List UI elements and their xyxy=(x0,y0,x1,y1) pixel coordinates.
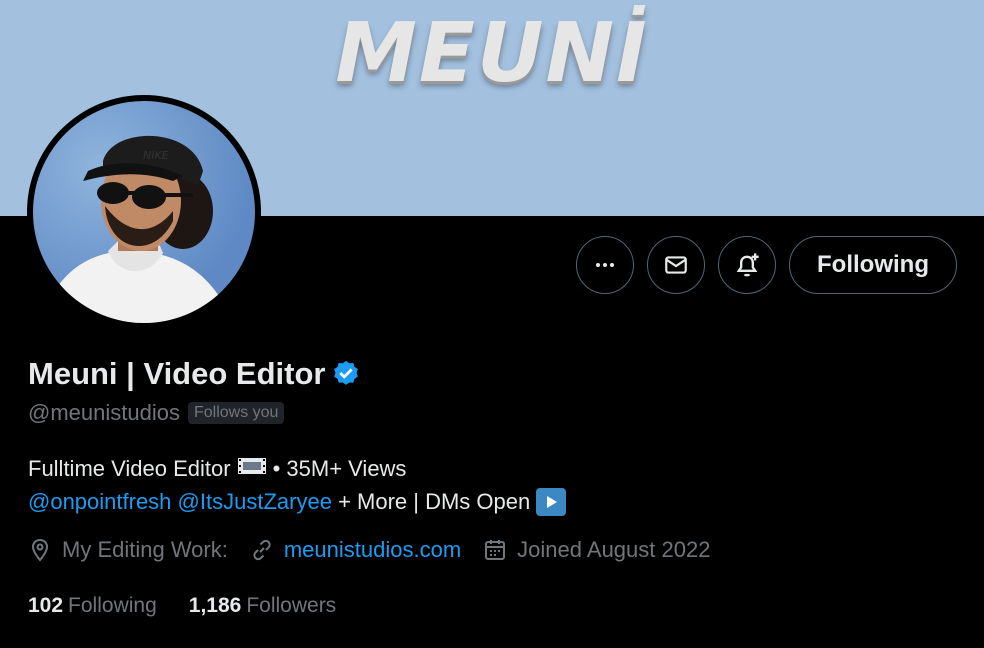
avatar[interactable]: NIKE xyxy=(27,95,261,329)
mention-link[interactable]: @onpointfresh xyxy=(28,485,171,518)
following-count: 102 xyxy=(28,594,64,617)
follows-you-badge: Follows you xyxy=(187,402,285,424)
envelope-icon xyxy=(665,256,687,274)
notifications-button[interactable] xyxy=(718,236,777,294)
profile-bio: Fulltime Video Editor • 35M+ Views @onpo… xyxy=(28,452,567,518)
following-label: Following xyxy=(68,594,157,617)
film-strip-icon xyxy=(237,452,267,485)
joined-item: Joined August 2022 xyxy=(483,537,710,563)
message-button[interactable] xyxy=(647,236,706,294)
profile-actions: Following xyxy=(576,236,957,294)
location-item: My Editing Work: xyxy=(28,537,228,563)
following-stat[interactable]: 102 Following xyxy=(28,594,157,618)
more-horizontal-icon xyxy=(596,263,615,267)
banner-logo-text: MEUNİ xyxy=(335,6,649,101)
svg-text:NIKE: NIKE xyxy=(143,149,169,162)
bio-views-text: • 35M+ Views xyxy=(272,456,407,481)
bio-text: Fulltime Video Editor xyxy=(28,456,231,481)
website-item: meunistudios.com xyxy=(250,537,461,563)
bio-line-1: Fulltime Video Editor • 35M+ Views xyxy=(28,452,566,485)
followers-stat[interactable]: 1,186 Followers xyxy=(189,594,336,618)
followers-count: 1,186 xyxy=(188,594,242,617)
joined-text: Joined August 2022 xyxy=(517,537,711,562)
handle-row: @meunistudios Follows you xyxy=(28,400,285,426)
profile-name-row: Meuni | Video Editor xyxy=(28,356,361,392)
mention-link[interactable]: @ItsJustZaryee xyxy=(178,485,332,518)
follow-stats: 102 Following 1,186 Followers xyxy=(28,594,368,618)
more-button[interactable] xyxy=(576,236,635,294)
calendar-icon xyxy=(485,540,506,560)
avatar-image: NIKE xyxy=(33,101,255,323)
profile-meta: My Editing Work: meunistudios.com Joined… xyxy=(28,537,732,563)
location-text: My Editing Work: xyxy=(62,537,228,562)
display-name: Meuni | Video Editor xyxy=(28,356,326,391)
username-handle: @meunistudios xyxy=(28,400,180,425)
play-button-icon xyxy=(536,487,567,516)
website-link[interactable]: meunistudios.com xyxy=(284,537,461,563)
followers-label: Followers xyxy=(246,594,337,617)
bio-line-2: @onpointfresh @ItsJustZaryee + More | DM… xyxy=(28,485,567,518)
bio-more-text: + More | DMs Open xyxy=(338,489,531,514)
link-icon xyxy=(253,539,271,561)
following-button[interactable]: Following xyxy=(789,236,957,294)
location-pin-icon xyxy=(31,538,49,562)
verified-badge-icon[interactable] xyxy=(331,359,361,389)
bell-plus-icon xyxy=(736,253,759,277)
